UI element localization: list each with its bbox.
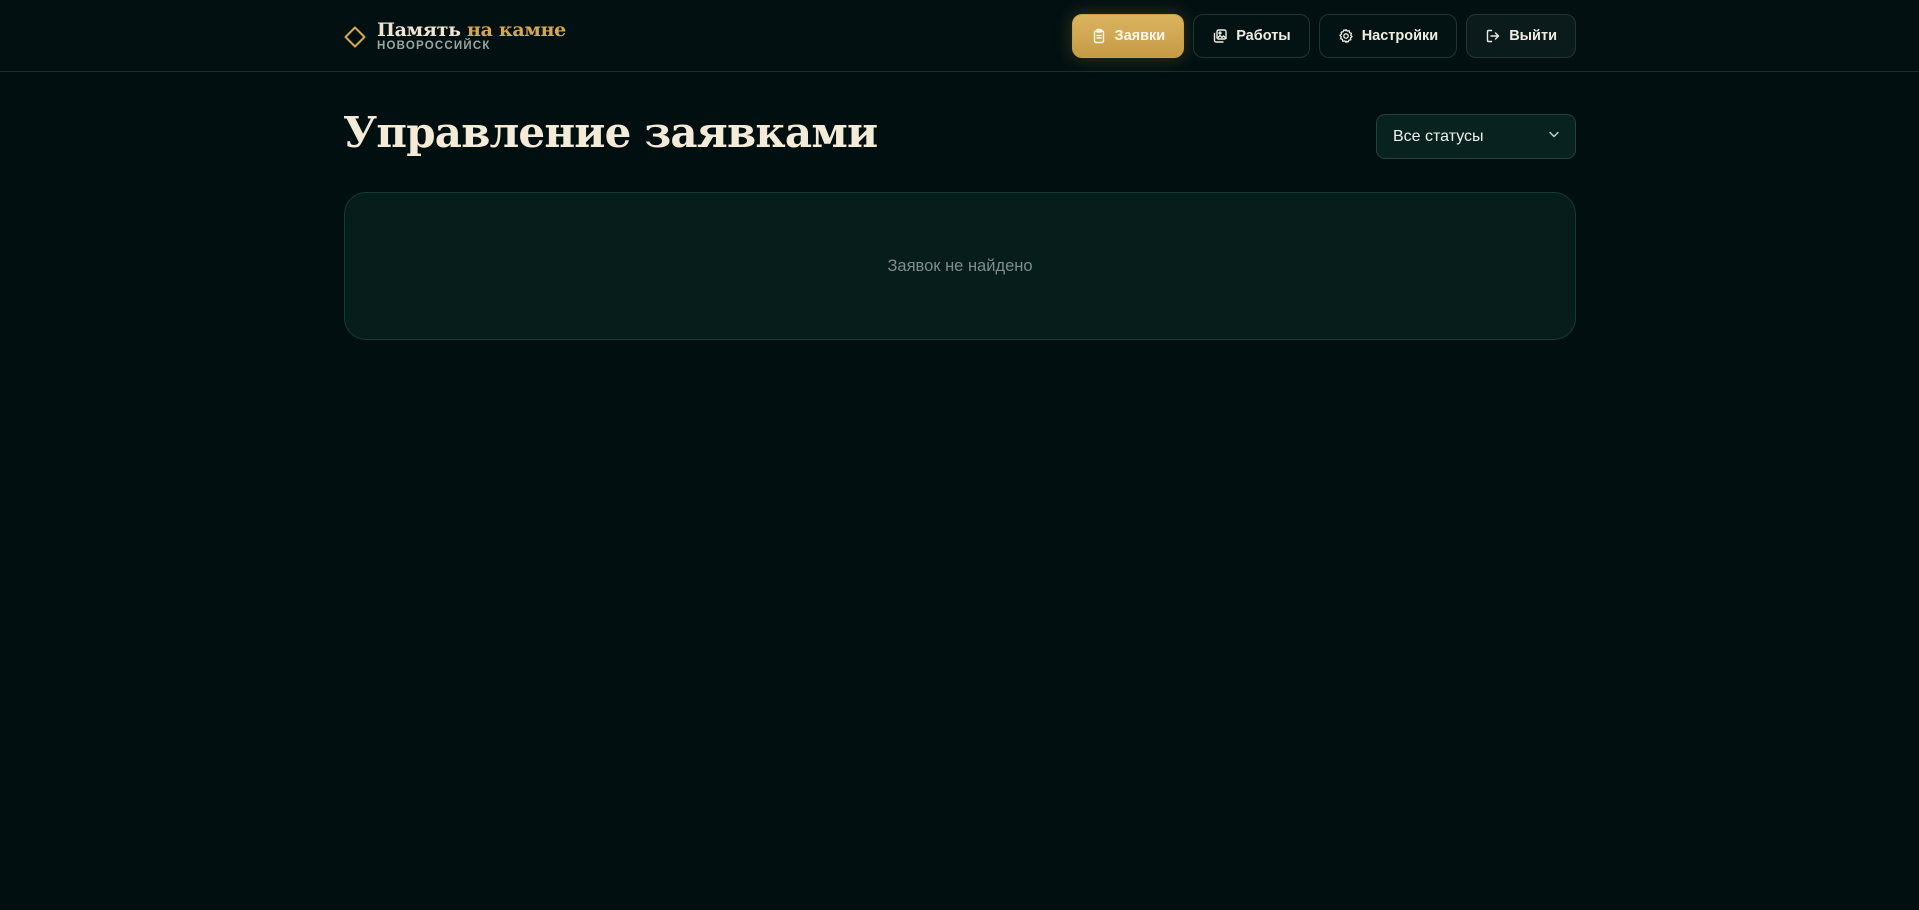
gear-icon: [1338, 28, 1354, 44]
brand-title-accent: на камне: [467, 19, 566, 42]
status-filter-value: Все статусы: [1393, 127, 1484, 145]
brand-title: Память на камне: [377, 21, 566, 40]
chevron-down-icon: [1547, 127, 1561, 146]
images-icon: [1212, 28, 1228, 44]
empty-message: Заявок не найдено: [887, 256, 1033, 275]
brand-logo[interactable]: Память на камне НОВОРОССИЙСК: [343, 20, 566, 54]
diamond-icon: [343, 25, 367, 49]
requests-list-empty-state: Заявок не найдено: [344, 192, 1576, 340]
page-title: Управление заявками: [343, 108, 878, 157]
nav-works-button[interactable]: Работы: [1193, 14, 1310, 58]
nav-requests-label: Заявки: [1114, 28, 1166, 44]
nav-works-label: Работы: [1236, 28, 1291, 44]
nav-settings-button[interactable]: Настройки: [1318, 14, 1458, 58]
brand-title-main: Память: [377, 19, 461, 42]
status-filter-select[interactable]: Все статусы: [1376, 114, 1576, 159]
logout-icon: [1485, 28, 1501, 44]
main-nav: Заявки Работы Настройки Выйти: [1071, 14, 1576, 58]
clipboard-icon: [1091, 28, 1107, 44]
nav-requests-button[interactable]: Заявки: [1071, 14, 1185, 58]
nav-logout-button[interactable]: Выйти: [1466, 14, 1576, 58]
brand-subtitle: НОВОРОССИЙСК: [377, 40, 491, 53]
nav-logout-label: Выйти: [1509, 28, 1557, 44]
top-navigation-bar: [0, 0, 1919, 72]
brand-text: Память на камне НОВОРОССИЙСК: [377, 21, 566, 53]
nav-settings-label: Настройки: [1361, 28, 1439, 44]
